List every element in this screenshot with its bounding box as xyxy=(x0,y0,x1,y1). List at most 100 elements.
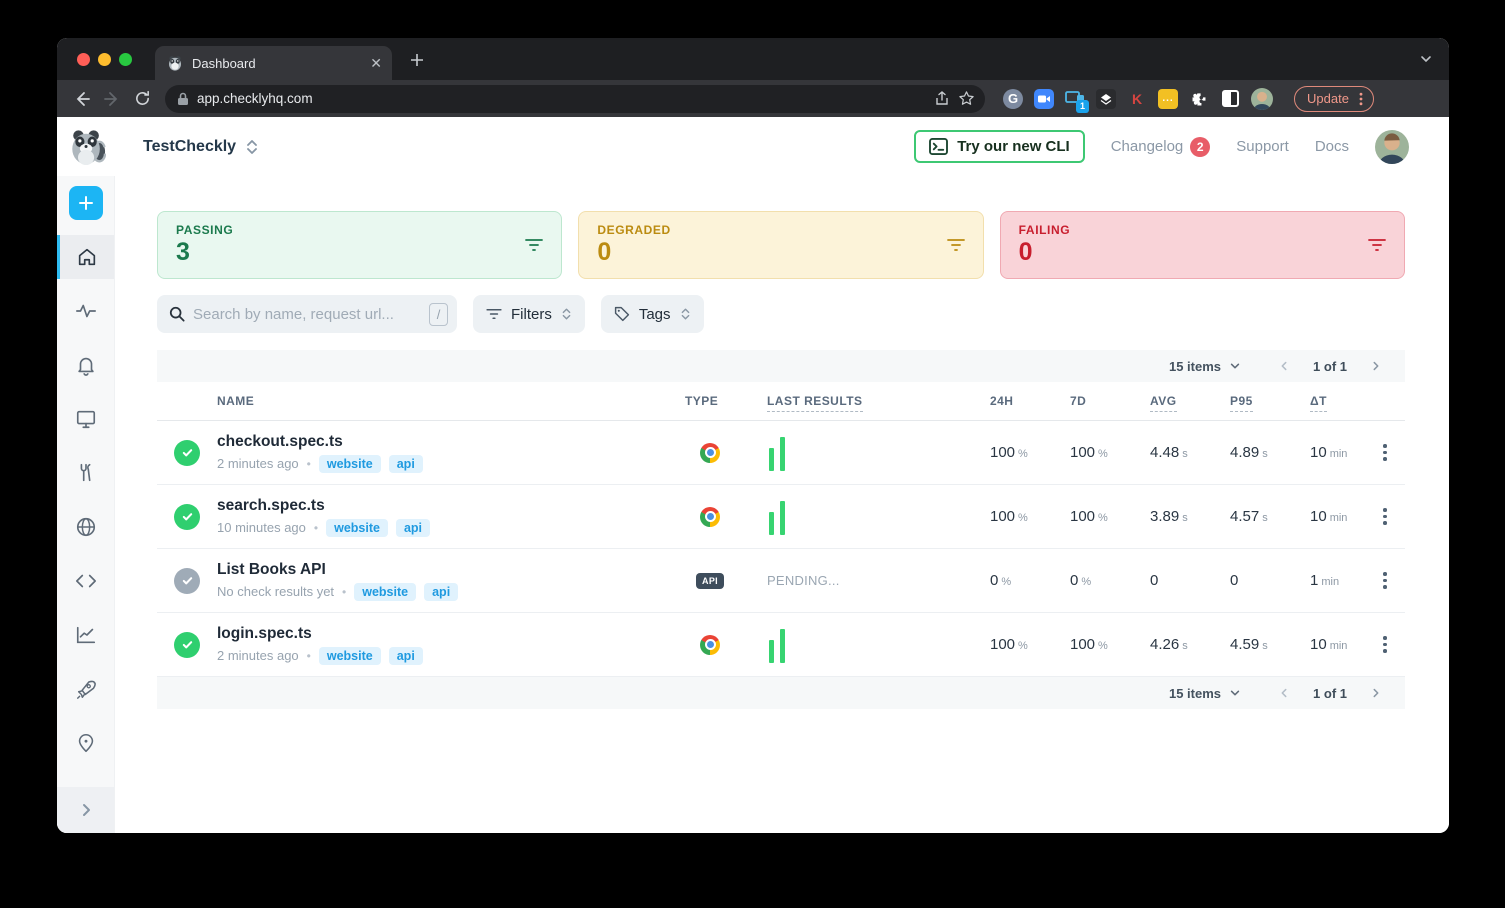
sidebar-item-activity[interactable] xyxy=(57,289,114,333)
puzzle-extensions-icon[interactable] xyxy=(1189,89,1209,109)
tag-website[interactable]: website xyxy=(319,455,381,473)
sidebar-create-check[interactable] xyxy=(57,181,114,225)
metric-24h: 100 xyxy=(990,636,1015,653)
update-button[interactable]: Update xyxy=(1294,86,1374,112)
metric-avg: 4.48 xyxy=(1150,444,1179,461)
support-link[interactable]: Support xyxy=(1236,138,1289,155)
metric-p95: 4.59 xyxy=(1230,636,1259,653)
minimize-window-button[interactable] xyxy=(98,53,111,66)
check-row-checkout[interactable]: checkout.spec.ts 2 minutes ago • website… xyxy=(157,421,1405,485)
reload-button[interactable] xyxy=(129,86,155,112)
failing-card[interactable]: FAILING 0 xyxy=(1000,211,1405,279)
k-extension-icon[interactable]: K xyxy=(1127,89,1147,109)
tag-api[interactable]: api xyxy=(389,647,423,665)
split-view-extension-icon[interactable] xyxy=(1220,89,1240,109)
lock-icon xyxy=(177,92,189,106)
tag-website[interactable]: website xyxy=(319,647,381,665)
home-icon xyxy=(76,246,98,268)
passing-card[interactable]: PASSING 3 xyxy=(157,211,562,279)
sidebar-item-home[interactable] xyxy=(57,235,114,279)
docs-link[interactable]: Docs xyxy=(1315,138,1349,155)
check-meta: No check results yet xyxy=(217,584,334,599)
prev-page-button[interactable] xyxy=(1271,353,1297,379)
tags-button[interactable]: Tags xyxy=(601,295,704,333)
sidebar-item-runtimes[interactable] xyxy=(57,667,114,711)
metric-p95: 0 xyxy=(1230,572,1238,589)
url-bar[interactable]: app.checklyhq.com xyxy=(165,85,985,113)
browser-titlebar: Dashboard ✕ xyxy=(57,38,1449,80)
user-avatar[interactable] xyxy=(1375,130,1409,164)
last-results-bars[interactable] xyxy=(755,627,970,663)
row-menu-kebab-icon[interactable] xyxy=(1365,502,1405,531)
metric-dt: 10 xyxy=(1310,636,1327,653)
browser-tab[interactable]: Dashboard ✕ xyxy=(155,46,392,80)
sidebar-item-alerts[interactable] xyxy=(57,343,114,387)
search-shortcut-key: / xyxy=(429,303,448,326)
last-results-bars[interactable] xyxy=(755,435,970,471)
stack-extension-icon[interactable] xyxy=(1096,89,1116,109)
metric-7d: 0 xyxy=(1070,572,1078,589)
try-cli-button[interactable]: Try our new CLI xyxy=(914,130,1085,163)
back-button[interactable] xyxy=(69,86,95,112)
tab-search-chevron-icon[interactable] xyxy=(1419,52,1433,71)
api-type-badge: API xyxy=(696,573,724,589)
check-meta: 2 minutes ago xyxy=(217,648,299,663)
check-row-login[interactable]: login.spec.ts 2 minutes ago • website ap… xyxy=(157,613,1405,677)
url-text: app.checklyhq.com xyxy=(197,91,926,106)
sidebar-item-analytics[interactable] xyxy=(57,613,114,657)
new-tab-button[interactable] xyxy=(404,47,430,73)
browser-profile-avatar[interactable] xyxy=(1251,88,1273,110)
chevron-right-icon xyxy=(1370,687,1382,699)
items-per-page-select[interactable]: 15 items xyxy=(1169,686,1241,701)
zoom-extension-icon[interactable] xyxy=(1034,89,1054,109)
forward-button[interactable] xyxy=(99,86,125,112)
last-results-bars[interactable] xyxy=(755,499,970,535)
column-dt[interactable]: ΔT xyxy=(1290,394,1365,408)
sidebar-item-locations[interactable] xyxy=(57,721,114,765)
bookmark-star-icon[interactable] xyxy=(958,90,975,107)
filter-funnel-icon[interactable] xyxy=(525,238,543,252)
close-window-button[interactable] xyxy=(77,53,90,66)
row-menu-kebab-icon[interactable] xyxy=(1365,438,1405,467)
sidebar-item-maintenance[interactable] xyxy=(57,451,114,495)
tab-close-icon[interactable]: ✕ xyxy=(370,56,382,70)
degraded-card[interactable]: DEGRADED 0 xyxy=(578,211,983,279)
tag-icon xyxy=(614,306,630,322)
map-pin-icon xyxy=(75,732,97,754)
tag-api[interactable]: api xyxy=(389,455,423,473)
plus-icon xyxy=(410,53,424,67)
row-menu-kebab-icon[interactable] xyxy=(1365,630,1405,659)
grammarly-extension-icon[interactable]: G xyxy=(1003,89,1023,109)
row-menu-kebab-icon[interactable] xyxy=(1365,566,1405,595)
sidebar-expand-button[interactable] xyxy=(57,787,114,833)
metric-dt: 1 xyxy=(1310,572,1318,589)
next-page-button[interactable] xyxy=(1363,353,1389,379)
tag-api[interactable]: api xyxy=(424,583,458,601)
check-row-search[interactable]: search.spec.ts 10 minutes ago • website … xyxy=(157,485,1405,549)
dots-extension-icon[interactable]: ... xyxy=(1158,89,1178,109)
prev-page-button[interactable] xyxy=(1271,680,1297,706)
items-per-page-label: 15 items xyxy=(1169,686,1221,701)
next-page-button[interactable] xyxy=(1363,680,1389,706)
column-p95[interactable]: P95 xyxy=(1210,394,1290,408)
items-per-page-select[interactable]: 15 items xyxy=(1169,359,1241,374)
maximize-window-button[interactable] xyxy=(119,53,132,66)
sidebar-item-snippets[interactable] xyxy=(57,559,114,603)
sidebar-item-dashboards[interactable] xyxy=(57,397,114,441)
tag-api[interactable]: api xyxy=(396,519,430,537)
changelog-link[interactable]: Changelog 2 xyxy=(1111,137,1211,157)
filters-button[interactable]: Filters xyxy=(473,295,585,333)
search-input[interactable] xyxy=(193,306,421,323)
chart-icon xyxy=(75,624,97,646)
column-avg[interactable]: AVG xyxy=(1130,394,1210,408)
screen-recorder-extension-icon[interactable]: 1 xyxy=(1065,89,1085,109)
filter-funnel-icon[interactable] xyxy=(947,238,965,252)
tag-website[interactable]: website xyxy=(326,519,388,537)
column-last-results[interactable]: LAST RESULTS xyxy=(755,394,970,408)
check-row-list-books-api[interactable]: List Books API No check results yet • we… xyxy=(157,549,1405,613)
share-icon[interactable] xyxy=(934,91,950,107)
tag-website[interactable]: website xyxy=(354,583,416,601)
sidebar-item-private-locations[interactable] xyxy=(57,505,114,549)
workspace-switcher[interactable]: TestCheckly xyxy=(143,138,259,156)
filter-funnel-icon[interactable] xyxy=(1368,238,1386,252)
